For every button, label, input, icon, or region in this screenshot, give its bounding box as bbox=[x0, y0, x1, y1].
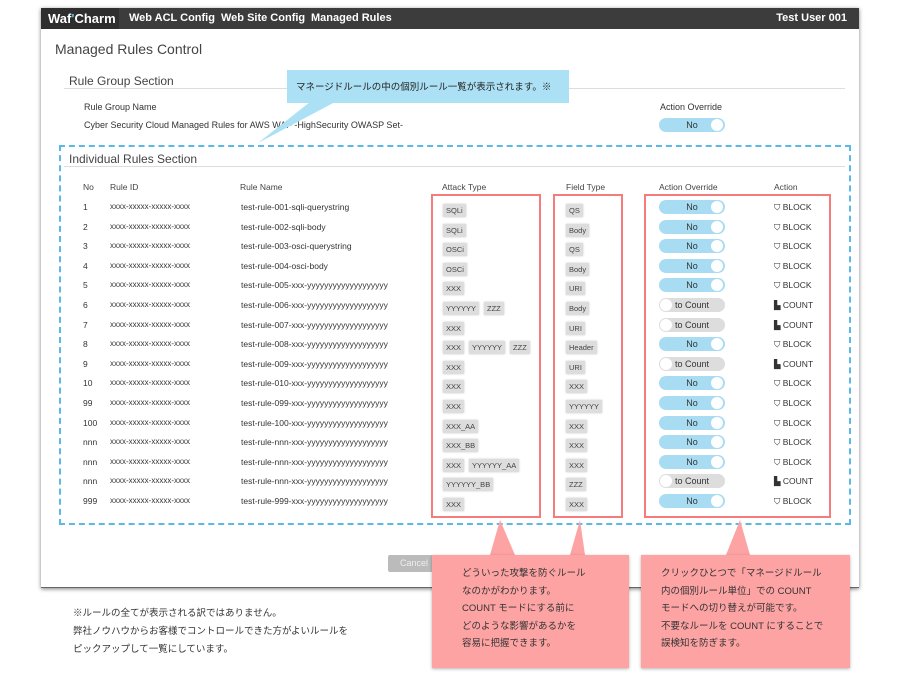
pink-callout-tail-left-1 bbox=[490, 520, 515, 555]
callout-line: どういった攻撃を防ぐルール bbox=[462, 568, 586, 579]
footnote-line: ピックアップして一覧にしています。 bbox=[73, 644, 233, 655]
footnote: ※ルールの全てが表示される訳ではありません。 弊社ノウハウからお客様でコントロー… bbox=[73, 605, 348, 659]
pink-callout-tail-right bbox=[726, 520, 750, 555]
footnote-line: 弊社ノウハウからお客様でコントロールできた方がよいルールを bbox=[73, 626, 349, 637]
callout-line: なのかがわかります。 bbox=[462, 585, 557, 597]
callout-line: 誤検知を防ぎます。 bbox=[661, 638, 746, 649]
callout-line: モードへの切り替えが可能です。 bbox=[661, 603, 803, 614]
pink-callout-override: クリックひとつで「マネージドルール 内の個別ルール単位」での COUNT モード… bbox=[641, 555, 850, 668]
pink-callout-attack-type: どういった攻撃を防ぐルール なのかがわかります。 COUNT モードにする前に … bbox=[432, 555, 629, 668]
callout-line: 不要なルールを COUNT にすることで bbox=[661, 620, 824, 632]
callout-line: どのような影響があるかを bbox=[462, 620, 577, 632]
pink-callout-tail-left-2 bbox=[570, 520, 585, 555]
blue-callout: マネージドルールの中の個別ルール一覧が表示されます。※ bbox=[287, 70, 569, 103]
callout-line: COUNT モードにする前に bbox=[462, 603, 575, 614]
callout-line: クリックひとつで「マネージドルール bbox=[661, 568, 822, 579]
callout-line: 内の個別ルール単位」での COUNT bbox=[661, 585, 812, 597]
footnote-line: ※ルールの全てが表示される訳ではありません。 bbox=[73, 608, 282, 619]
blue-callout-tail bbox=[258, 102, 335, 143]
callout-line: 容易に把握できます。 bbox=[462, 638, 557, 649]
